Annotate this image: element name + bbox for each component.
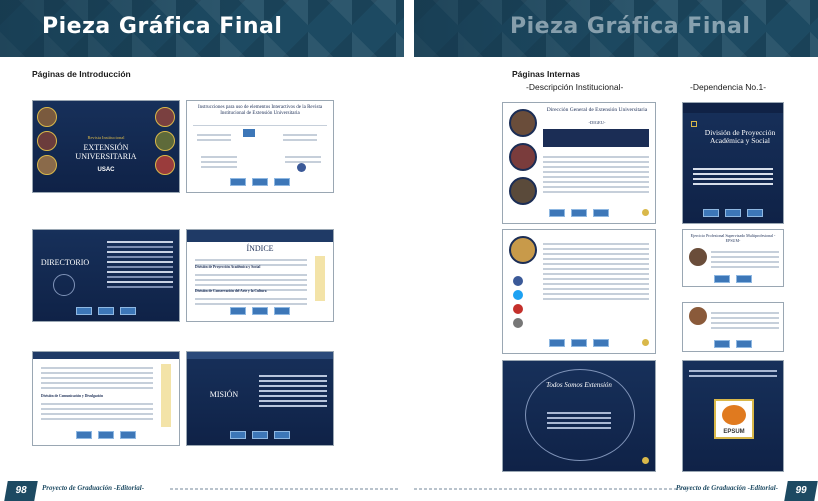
button-sample-icon	[243, 129, 255, 137]
youtube-icon	[513, 304, 523, 314]
epsum-logo-text: EPSUM	[723, 429, 745, 435]
cover-title-2: UNIVERSITARIA	[75, 152, 137, 161]
instruction-block	[197, 131, 231, 144]
title-band: Pieza Gráfica Final	[414, 0, 818, 57]
photo-circle	[689, 307, 707, 325]
todos-somos-thumbnail[interactable]: Todos Somos Extensión	[502, 360, 656, 472]
cover-subtitle: Revista Institucional	[87, 135, 125, 140]
todos-somos-text: Todos Somos Extensión	[546, 381, 612, 389]
instructions-title: Instrucciones para uso de elementos Inte…	[197, 105, 323, 116]
building-thumbnail[interactable]	[502, 229, 656, 354]
epsum-emblem-icon	[722, 405, 746, 425]
twitter-icon	[513, 290, 523, 300]
page-title: Pieza Gráfica Final	[510, 14, 751, 39]
usac-logo: USAC	[97, 167, 115, 173]
page-dot-icon	[642, 457, 649, 464]
epsum-logo-thumbnail[interactable]: EPSUM	[682, 360, 784, 472]
instruction-block	[201, 153, 237, 171]
body-text	[689, 367, 777, 380]
index-heading: División de Proyección Académica y Socia…	[195, 265, 261, 269]
page-footer: 98 Proyecto de Graduación -Editorial-	[0, 477, 404, 501]
page-number-column	[161, 364, 171, 427]
button-row	[33, 431, 179, 439]
page-number-badge: 99	[784, 481, 818, 501]
page-dot-icon	[642, 209, 649, 216]
footer-rule	[170, 488, 398, 490]
button-row	[503, 209, 655, 217]
right-page: Pieza Gráfica Final Páginas Internas -De…	[414, 0, 818, 501]
photo-circle	[509, 109, 537, 137]
photo-circle	[689, 248, 707, 266]
email-icon	[513, 318, 523, 328]
mision-text	[259, 372, 327, 410]
index-heading: División de Conservación del Arte y la C…	[195, 289, 267, 293]
footer-label: Proyecto de Graduación -Editorial-	[42, 484, 145, 492]
index-continuation-thumbnail[interactable]: División de Comunicación y Divulgación	[32, 351, 180, 446]
page-footer: Proyecto de Graduación -Editorial- 99	[414, 477, 818, 501]
directory-list	[107, 238, 173, 291]
footer-label: Proyecto de Graduación -Editorial-	[675, 484, 778, 492]
photo-column-right	[155, 107, 175, 175]
body-text	[543, 240, 649, 303]
index-heading: División de Comunicación y Divulgación	[41, 394, 104, 398]
section-heading: Páginas Internas	[512, 69, 581, 79]
epsum-thumbnail[interactable]: Ejercicio Profesional Supervisado Multip…	[682, 229, 784, 287]
button-row	[33, 307, 179, 315]
left-page: Pieza Gráfica Final Páginas de Introducc…	[0, 0, 404, 501]
page-number-badge: 98	[4, 481, 38, 501]
page-number-column	[315, 256, 325, 301]
section-heading: Páginas de Introducción	[32, 69, 131, 79]
indice-thumbnail[interactable]: ÍNDICE División de Proyección Académica …	[186, 229, 334, 322]
photo-circle	[509, 143, 537, 171]
building-photo	[509, 236, 537, 264]
button-row	[503, 339, 655, 347]
button-row	[683, 275, 783, 283]
cover-title-1: EXTENSIÓN	[83, 143, 129, 152]
mision-thumbnail[interactable]: MISIÓN	[186, 351, 334, 446]
instruction-block	[283, 131, 317, 144]
epsum-logo-icon: EPSUM	[714, 399, 754, 439]
university-seal-icon	[53, 274, 75, 296]
button-row	[683, 340, 783, 348]
program-list	[693, 165, 773, 188]
digeu-title: Dirección General de Extensión Universit…	[546, 107, 648, 113]
page-title: Pieza Gráfica Final	[42, 14, 283, 39]
directorio-thumbnail[interactable]: DIRECTORIO	[32, 229, 180, 322]
subsection-heading: -Descripción Institucional-	[526, 82, 624, 92]
body-text	[547, 409, 611, 432]
cover-thumbnail[interactable]: Revista Institucional EXTENSIÓN UNIVERSI…	[32, 100, 180, 193]
index-list	[41, 400, 153, 423]
indice-title: ÍNDICE	[246, 244, 274, 253]
digeu-acronym: -DIGEU-	[588, 120, 606, 125]
facebook-icon	[297, 163, 306, 172]
division-thumbnail[interactable]: División de Proyección Académica y Socia…	[682, 102, 784, 224]
division-title: División de Proyección Académica y Socia…	[704, 128, 776, 145]
button-row	[187, 178, 333, 186]
title-band: Pieza Gráfica Final	[0, 0, 404, 57]
button-row	[187, 307, 333, 315]
photo-column-left	[37, 107, 57, 175]
footer-rule	[414, 488, 688, 490]
instructions-thumbnail[interactable]: Instrucciones para uso de elementos Inte…	[186, 100, 334, 193]
subsection-heading: -Dependencia No.1-	[690, 82, 767, 92]
button-row	[683, 209, 783, 217]
body-text	[711, 248, 779, 271]
facebook-icon	[513, 276, 523, 286]
mision-title: MISIÓN	[209, 390, 239, 399]
index-list	[41, 364, 153, 392]
button-row	[187, 431, 333, 439]
body-text	[543, 153, 649, 196]
page-dot-icon	[642, 339, 649, 346]
intro-box	[543, 129, 649, 147]
epsum-detail-thumbnail[interactable]	[682, 302, 784, 352]
epsum-title: Ejercicio Profesional Supervisado Multip…	[690, 233, 776, 243]
photo-circle	[509, 177, 537, 205]
directorio-title: DIRECTORIO	[40, 258, 90, 267]
digeu-thumbnail[interactable]: Dirección General de Extensión Universit…	[502, 102, 656, 224]
seal-icon	[691, 121, 697, 127]
body-text	[711, 309, 779, 332]
